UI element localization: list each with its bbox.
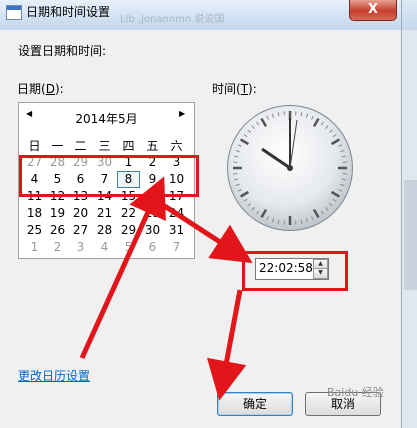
annotation-arrows	[79, 176, 253, 401]
arrow-to-ok-icon	[206, 289, 247, 401]
arrow-to-time-icon	[158, 200, 253, 264]
baidu-watermark: Baidu 经验	[327, 386, 384, 399]
arrow-to-calendar-icon	[79, 176, 166, 360]
